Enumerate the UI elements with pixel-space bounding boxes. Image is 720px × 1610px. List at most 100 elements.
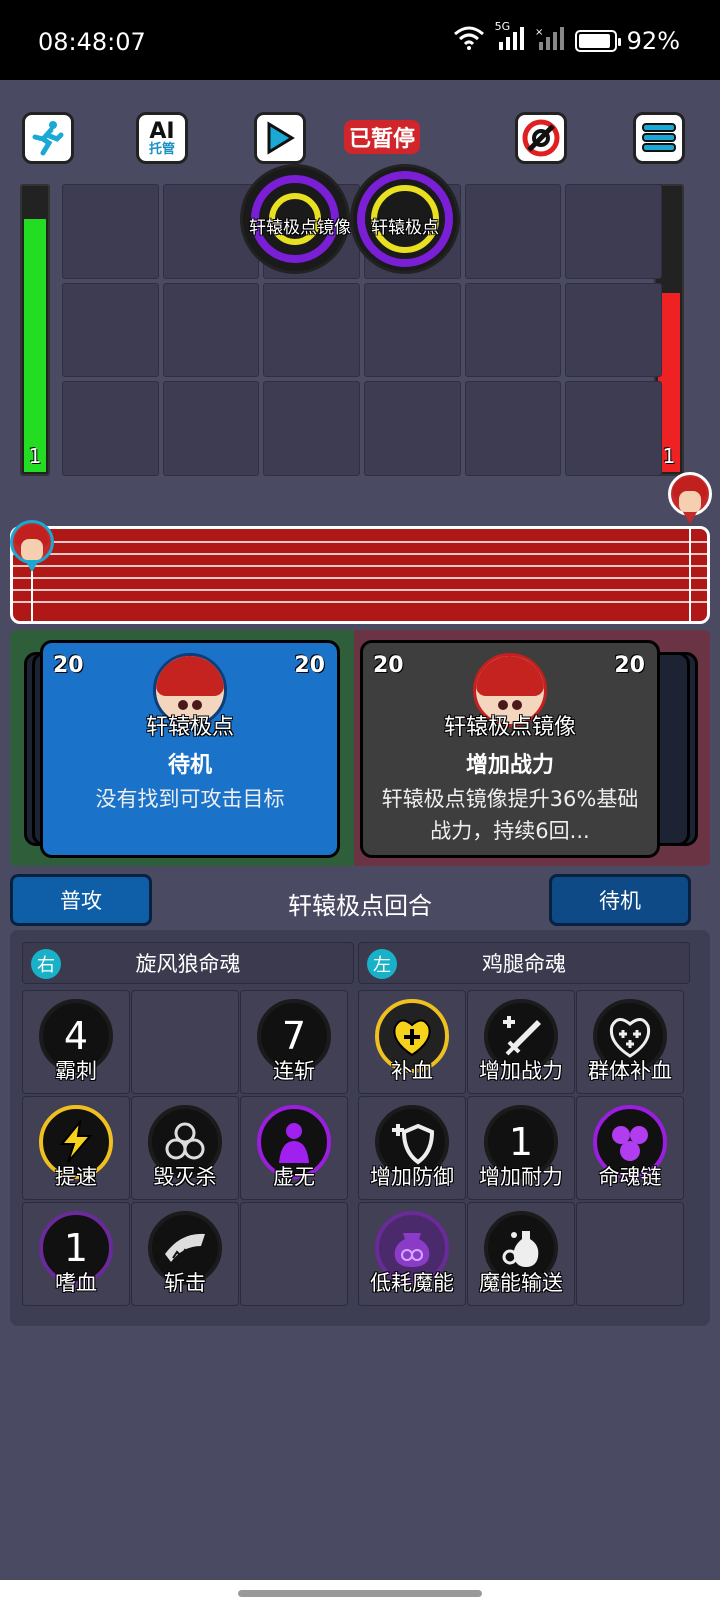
grid-cell[interactable] [62,282,159,378]
track-line [13,541,707,543]
track-line [13,601,707,603]
play-icon [267,121,295,155]
player-card[interactable]: 20 20 轩辕极点 待机 没有找到可攻击目标 [40,640,340,858]
skill-group-header-right: 左 鸡腿命魂 [358,942,690,984]
grid-cell[interactable] [62,381,159,476]
network-label: 5G [494,20,511,33]
unit-label: 轩辕极点 [371,218,439,238]
skill-slot[interactable]: 1 嗜血 [22,1202,130,1306]
skill-slot-empty [240,1202,348,1306]
skill-slot[interactable]: 4 霸刺 [22,990,130,1094]
skill-slot[interactable]: 虚无 [240,1096,348,1200]
grid-cell[interactable] [565,184,662,279]
skill-name: 虚无 [273,1165,315,1189]
target-button[interactable] [515,112,567,164]
skill-group-header-left: 右 旋风狼命魂 [22,942,354,984]
skill-slot[interactable]: 斩击 [131,1202,239,1306]
target-icon [522,119,560,157]
skill-slot[interactable]: 1 增加耐力 [467,1096,575,1200]
card-count-right: 20 [294,653,325,678]
grid-cell[interactable] [464,282,562,378]
track-line [13,553,707,555]
skill-name: 增加防御 [370,1165,454,1189]
enemy-panel: 20 20 轩辕极点镜像 增加战力 轩辕极点镜像提升36%基础战力，持续6回..… [354,630,710,866]
grid-cell[interactable] [263,282,360,378]
grid-cell[interactable] [162,381,260,476]
skill-name: 补血 [391,1059,433,1083]
home-indicator[interactable] [238,1590,482,1597]
skill-slot[interactable]: 低耗魔能 [358,1202,466,1306]
signal-icon: 5G [495,20,525,56]
menu-button[interactable] [633,112,685,164]
player-panel: 20 20 轩辕极点 待机 没有找到可攻击目标 [10,630,354,866]
grid-cell[interactable] [62,184,159,279]
skill-slot-empty [131,990,239,1094]
skill-slot[interactable]: 7 连斩 [240,990,348,1094]
skill-slot[interactable]: 命魂链 [576,1096,684,1200]
left-hp-fill [24,218,46,472]
game-area: AI 托管 已暂停 1 1 轩辕极点镜像 轩辕极点 20 20 轩辕极点 待机 … [0,80,720,1580]
grid-cell[interactable] [162,282,260,378]
battery-icon [574,30,621,52]
skill-slot[interactable]: 魔能输送 [467,1202,575,1306]
avatar [10,520,54,564]
skill-panel: 右 旋风狼命魂 左 鸡腿命魂 4 霸刺 7 连斩 提速 毁灭杀 虚无 1 嗜血 … [10,930,710,1326]
skill-group-tag: 右 [31,949,61,979]
track-end-line [689,529,691,621]
turn-track [10,526,710,624]
skill-name: 毁灭杀 [153,1165,217,1189]
skill-name: 提速 [55,1165,97,1189]
ai-auto-button[interactable]: AI 托管 [136,112,188,164]
card-count-left: 20 [53,653,84,678]
skill-slot-empty [576,1202,684,1306]
skill-name: 霸刺 [55,1059,97,1083]
skill-name: 斩击 [164,1271,206,1295]
skill-slot[interactable]: 毁灭杀 [131,1096,239,1200]
left-hp-value: 1 [28,444,42,468]
skill-slot[interactable]: 补血 [358,990,466,1094]
skill-slot[interactable]: 群体补血 [576,990,684,1094]
card-count-right: 20 [614,653,645,678]
card-count-left: 20 [373,653,404,678]
unit-mirror[interactable]: 轩辕极点镜像 [240,164,351,274]
enemy-turn-marker [668,472,712,524]
card-desc: 没有找到可攻击目标 [95,787,285,811]
unit-player[interactable]: 轩辕极点 [350,164,460,274]
system-nav-bar [0,1580,720,1610]
skill-slot[interactable]: 增加防御 [358,1096,466,1200]
card-name: 轩辕极点 [145,715,234,740]
skill-group-title: 旋风狼命魂 [135,952,241,976]
track-line [13,577,707,579]
grid-cell[interactable] [464,184,562,279]
menu-icon [642,123,676,152]
card-action: 增加战力 [465,753,554,778]
skill-name: 群体补血 [588,1059,672,1083]
grid-cell[interactable] [464,381,562,476]
skill-slot[interactable]: 增加战力 [467,990,575,1094]
skill-slot[interactable]: 提速 [22,1096,130,1200]
skill-group-title: 鸡腿命魂 [482,952,566,976]
battery-fill [578,34,610,48]
grid-cell[interactable] [263,381,360,476]
grid-cell[interactable] [565,282,662,378]
skill-name: 连斩 [273,1059,315,1083]
running-man-icon [32,121,64,156]
standby-button[interactable]: 待机 [549,874,691,926]
grid-cell[interactable] [363,381,461,476]
battery-percent: 92% [626,27,680,55]
unit-label: 轩辕极点镜像 [249,218,351,238]
skill-name: 魔能输送 [479,1271,563,1295]
enemy-card[interactable]: 20 20 轩辕极点镜像 增加战力 轩辕极点镜像提升36%基础战力，持续6回..… [360,640,660,858]
skill-name: 增加战力 [479,1059,563,1083]
clock: 08:48:07 [38,28,146,56]
grid-cell[interactable] [363,282,461,378]
play-button[interactable] [254,112,306,164]
left-hp-bar: 1 [20,184,50,476]
paused-badge: 已暂停 [344,120,420,154]
auto-run-button[interactable] [22,112,74,164]
card-name: 轩辕极点镜像 [443,715,576,740]
track-line [13,589,707,591]
track-line [13,565,707,567]
skill-name: 嗜血 [55,1271,97,1295]
grid-cell[interactable] [565,381,662,476]
